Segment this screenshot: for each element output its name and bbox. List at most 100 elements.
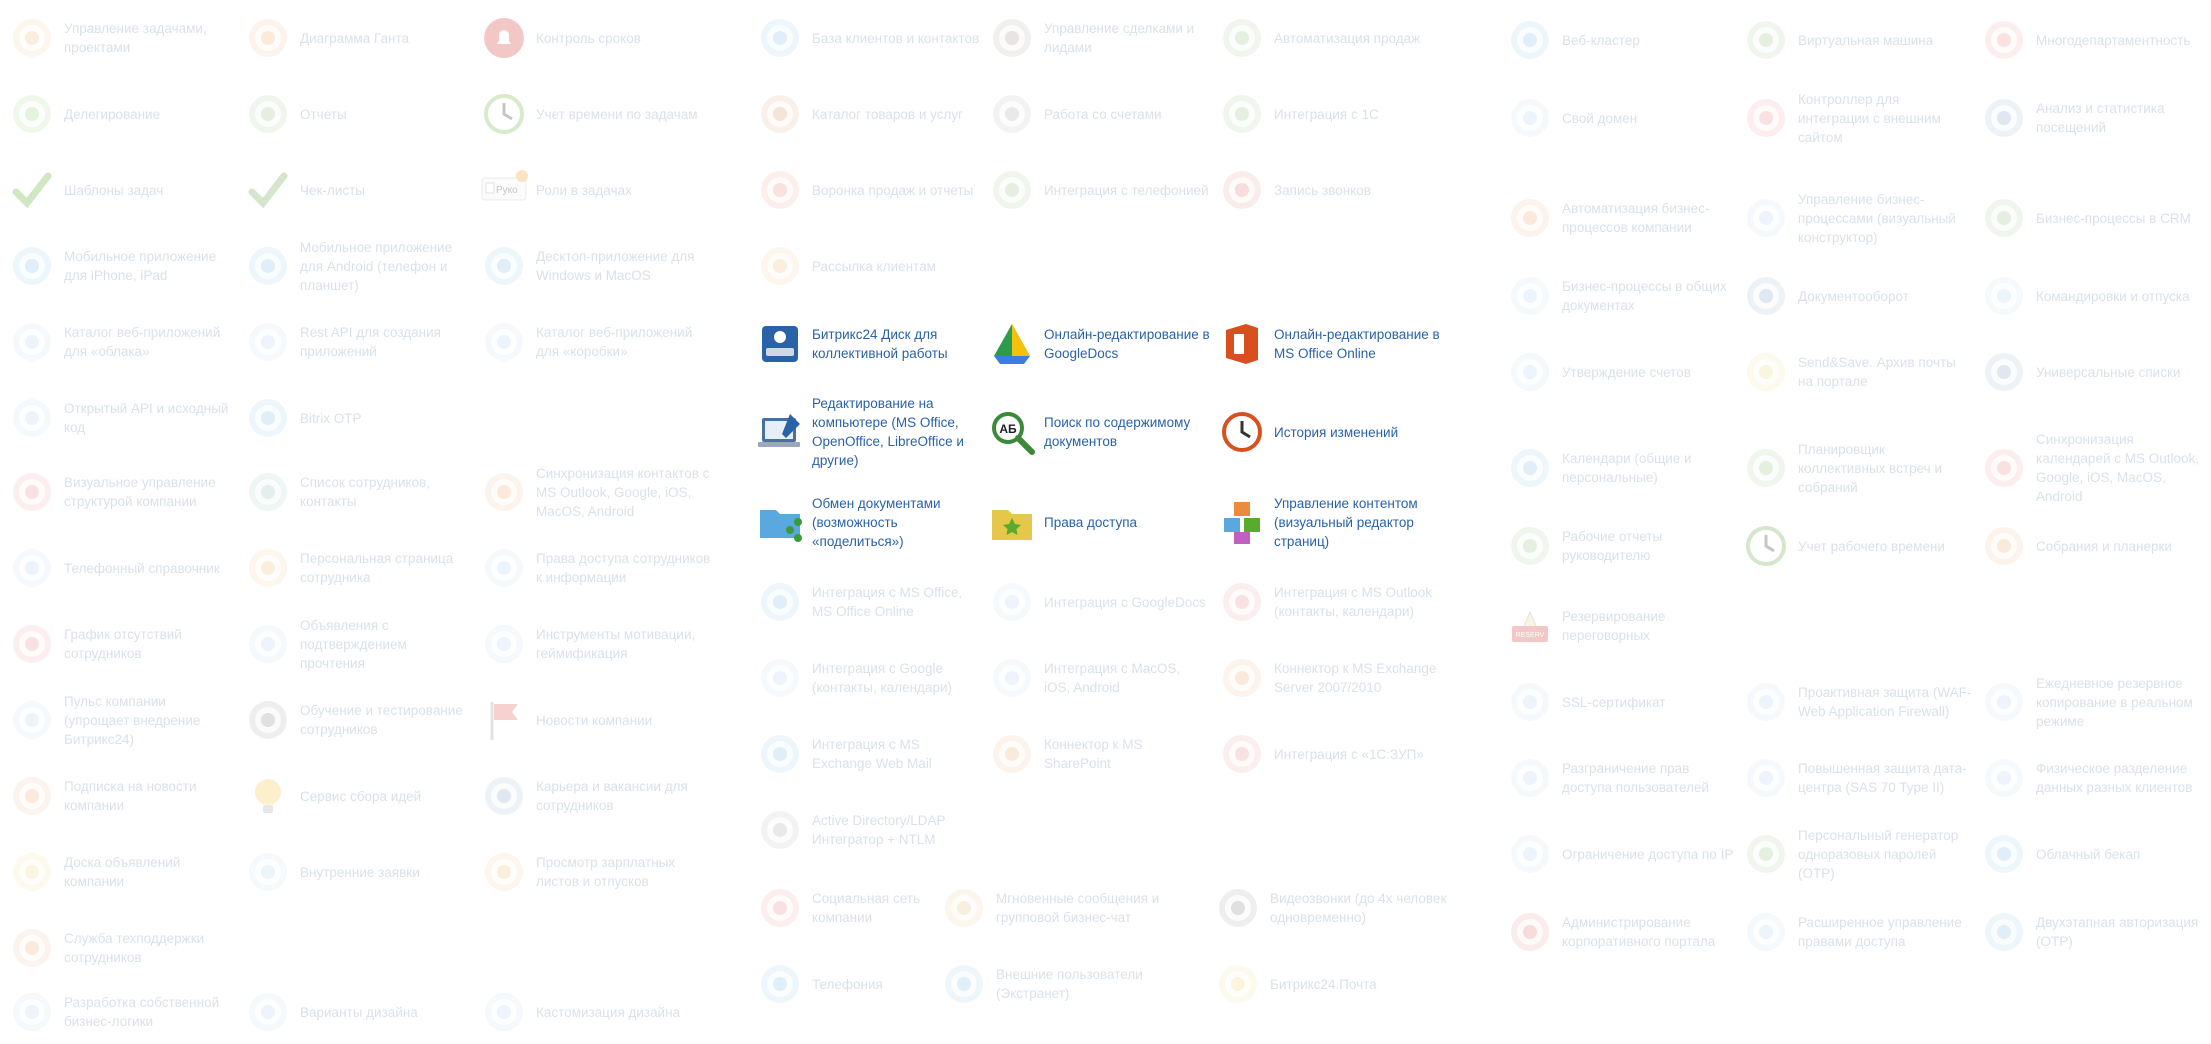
- feature-item[interactable]: Обучение и тестирование сотрудников: [244, 688, 470, 752]
- feature-item[interactable]: Универсальные списки: [1980, 340, 2204, 404]
- feature-item[interactable]: Контроль сроков: [480, 6, 716, 70]
- feature-item[interactable]: Запись звонков: [1218, 158, 1458, 222]
- feature-item[interactable]: Bitrix OTP: [244, 386, 470, 450]
- feature-item[interactable]: Разграничение прав доступа пользователей: [1506, 746, 1736, 810]
- feature-item[interactable]: Интеграция с MS Exchange Web Mail: [756, 722, 980, 786]
- feature-item[interactable]: Учет рабочего времени: [1742, 514, 1972, 578]
- feature-item[interactable]: Двухэтапная авторизация (OTP): [1980, 900, 2204, 964]
- feature-item[interactable]: Коннектор к MS Exchange Server 2007/2010: [1218, 646, 1458, 710]
- feature-item[interactable]: Видеозвонки (до 4х человек одновременно): [1214, 876, 1454, 940]
- feature-item[interactable]: Ограничение доступа по IP: [1506, 822, 1736, 886]
- feature-item[interactable]: Персональный генератор одноразовых парол…: [1742, 822, 1972, 886]
- feature-item[interactable]: Редактирование на компьютере (MS Office,…: [756, 396, 980, 468]
- feature-item[interactable]: Интеграция с MS Office, MS Office Online: [756, 570, 980, 634]
- feature-item[interactable]: Служба техподдержки сотрудников: [8, 916, 234, 980]
- feature-item[interactable]: Ежедневное резервное копирование в реаль…: [1980, 670, 2204, 734]
- feature-item[interactable]: Кастомизация дизайна: [480, 980, 716, 1044]
- feature-item[interactable]: Сервис сбора идей: [244, 764, 470, 828]
- feature-item[interactable]: Повышенная защита дата-центра (SAS 70 Ty…: [1742, 746, 1972, 810]
- feature-item[interactable]: Автоматизация продаж: [1218, 6, 1458, 70]
- feature-item[interactable]: SSL-сертификат: [1506, 670, 1736, 734]
- feature-item[interactable]: Проактивная защита (WAF-Web Application …: [1742, 670, 1972, 734]
- feature-item[interactable]: История изменений: [1218, 400, 1458, 464]
- feature-item[interactable]: Управление сделками и лидами: [988, 6, 1210, 70]
- feature-item[interactable]: Карьера и вакансии для сотрудников: [480, 764, 716, 828]
- feature-item[interactable]: График отсутствий сотрудников: [8, 612, 234, 676]
- feature-item[interactable]: Воронка продаж и отчеты: [756, 158, 980, 222]
- feature-item[interactable]: Расширенное управление правами доступа: [1742, 900, 1972, 964]
- feature-item[interactable]: Утверждение счетов: [1506, 340, 1736, 404]
- feature-item[interactable]: Синхронизация контактов с MS Outlook, Go…: [480, 460, 716, 524]
- feature-item[interactable]: Телефонный справочник: [8, 536, 234, 600]
- feature-item[interactable]: Каталог товаров и услуг: [756, 82, 980, 146]
- feature-item[interactable]: Просмотр зарплатных листов и отпусков: [480, 840, 716, 904]
- feature-item[interactable]: Варианты дизайна: [244, 980, 470, 1044]
- feature-item[interactable]: Интеграция с MacOS, iOS, Android: [988, 646, 1210, 710]
- feature-item[interactable]: Работа со счетами: [988, 82, 1210, 146]
- feature-item[interactable]: Рассылка клиентам: [756, 234, 980, 298]
- feature-item[interactable]: Командировки и отпуска: [1980, 264, 2204, 328]
- feature-item[interactable]: Планировщик коллективных встреч и собран…: [1742, 436, 1972, 500]
- feature-item[interactable]: Внутренние заявки: [244, 840, 470, 904]
- feature-item[interactable]: Интеграция с телефонией: [988, 158, 1210, 222]
- feature-item[interactable]: Инструменты мотивации, геймификация: [480, 612, 716, 676]
- feature-item[interactable]: Календари (общие и персональные): [1506, 436, 1736, 500]
- feature-item[interactable]: Отчеты: [244, 82, 470, 146]
- feature-item[interactable]: Обмен документами (возможность «поделить…: [756, 490, 980, 554]
- feature-item[interactable]: Active Directory/LDAP Интегратор + NTLM: [756, 798, 980, 862]
- feature-item[interactable]: Собрания и планерки: [1980, 514, 2204, 578]
- feature-item[interactable]: Коннектор к MS SharePoint: [988, 722, 1210, 786]
- feature-item[interactable]: Открытый API и исходный код: [8, 386, 234, 450]
- feature-item[interactable]: Битрикс24.Почта: [1214, 952, 1454, 1016]
- feature-item[interactable]: Список сотрудников, контакты: [244, 460, 470, 524]
- feature-item[interactable]: Интеграция с GoogleDocs: [988, 570, 1210, 634]
- feature-item[interactable]: Облачный бекап: [1980, 822, 2204, 886]
- feature-item[interactable]: Рабочие отчеты руководителю: [1506, 514, 1736, 578]
- feature-item[interactable]: Интеграция с 1С: [1218, 82, 1458, 146]
- feature-item[interactable]: Физическое разделение данных разных клие…: [1980, 746, 2204, 810]
- feature-item[interactable]: Разработка собственной бизнес-логики: [8, 980, 234, 1044]
- feature-item[interactable]: Управление контентом (визуальный редакто…: [1218, 490, 1458, 554]
- feature-item[interactable]: Доска объявлений компании: [8, 840, 234, 904]
- feature-item[interactable]: Объявления с подтверждением прочтения: [244, 612, 470, 676]
- feature-item[interactable]: Диаграмма Ганта: [244, 6, 470, 70]
- feature-item[interactable]: Битрикс24 Диск для коллективной работы: [756, 312, 980, 376]
- feature-item[interactable]: Внешние пользователи (Экстранет): [940, 952, 1204, 1016]
- feature-item[interactable]: Каталог веб-приложений для «облака»: [8, 310, 234, 374]
- feature-item[interactable]: Права доступа: [988, 490, 1210, 554]
- feature-item[interactable]: Многодепартаментность: [1980, 8, 2204, 72]
- feature-item[interactable]: Бизнес-процессы в CRM: [1980, 186, 2204, 250]
- feature-item[interactable]: Социальная сеть компании: [756, 876, 932, 940]
- feature-item[interactable]: Синхронизация календарей с MS Outlook, G…: [1980, 432, 2204, 504]
- feature-item[interactable]: Персональная страница сотрудника: [244, 536, 470, 600]
- feature-item[interactable]: Контроллер для интеграции с внешним сайт…: [1742, 86, 1972, 150]
- feature-item[interactable]: Веб-кластер: [1506, 8, 1736, 72]
- feature-item[interactable]: Визуальное управление структурой компани…: [8, 460, 234, 524]
- feature-item[interactable]: Бизнес-процессы в общих документах: [1506, 264, 1736, 328]
- feature-item[interactable]: Права доступа сотрудников к информации: [480, 536, 716, 600]
- feature-item[interactable]: Администрирование корпоративного портала: [1506, 900, 1736, 964]
- feature-item[interactable]: Чек-листы: [244, 158, 470, 222]
- feature-item[interactable]: Мобильное приложение для Android (телефо…: [244, 234, 470, 298]
- feature-item[interactable]: Интеграция с MS Outlook (контакты, кален…: [1218, 570, 1458, 634]
- feature-item[interactable]: База клиентов и контактов: [756, 6, 980, 70]
- feature-item[interactable]: Новости компании: [480, 688, 716, 752]
- feature-item[interactable]: Анализ и статистика посещений: [1980, 86, 2204, 150]
- feature-item[interactable]: Шаблоны задач: [8, 158, 234, 222]
- feature-item[interactable]: RESERV Резервирование переговорных: [1506, 594, 1736, 658]
- feature-item[interactable]: Управление задачами, проектами: [8, 6, 234, 70]
- feature-item[interactable]: Десктоп-приложение для Windows и MacOS: [480, 234, 716, 298]
- feature-item[interactable]: Руко Роли в задачах: [480, 158, 716, 222]
- feature-item[interactable]: Пульс компании (упрощает внедрение Битри…: [8, 688, 234, 752]
- feature-item[interactable]: Учет времени по задачам: [480, 82, 716, 146]
- feature-item[interactable]: Документооборот: [1742, 264, 1972, 328]
- feature-item[interactable]: Каталог веб-приложений для «коробки»: [480, 310, 716, 374]
- feature-item[interactable]: Онлайн-редактирование в MS Office Online: [1218, 312, 1458, 376]
- feature-item[interactable]: Свой домен: [1506, 86, 1736, 150]
- feature-item[interactable]: Телефония: [756, 952, 932, 1016]
- feature-item[interactable]: Rest API для создания приложений: [244, 310, 470, 374]
- feature-item[interactable]: Онлайн-редактирование в GoogleDocs: [988, 312, 1210, 376]
- feature-item[interactable]: АБ Поиск по содержимому документов: [988, 400, 1210, 464]
- feature-item[interactable]: Автоматизация бизнес-процессов компании: [1506, 186, 1736, 250]
- feature-item[interactable]: Подписка на новости компании: [8, 764, 234, 828]
